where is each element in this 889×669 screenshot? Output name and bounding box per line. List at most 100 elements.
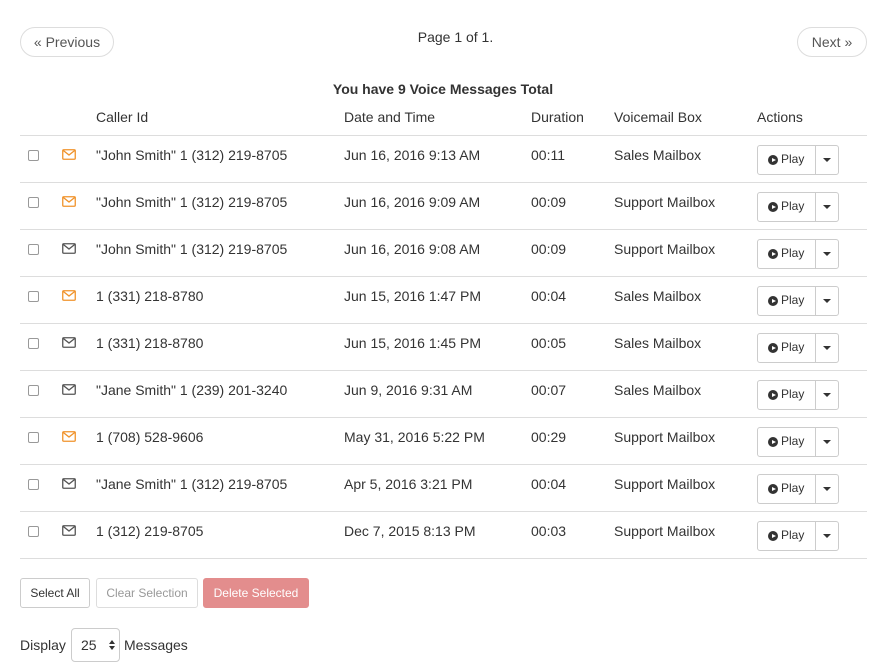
duration: 00:09	[531, 194, 567, 210]
row-checkbox[interactable]	[28, 385, 39, 396]
play-label: Play	[781, 340, 805, 354]
play-label: Play	[781, 199, 805, 213]
row-checkbox[interactable]	[28, 479, 39, 490]
play-button[interactable]: Play	[758, 522, 816, 550]
play-button-group: Play	[757, 521, 839, 551]
caret-down-icon	[823, 346, 831, 350]
select-arrows-icon	[109, 640, 115, 650]
play-button-group: Play	[757, 286, 839, 316]
date-time: Jun 16, 2016 9:08 AM	[344, 241, 481, 257]
row-checkbox[interactable]	[28, 150, 39, 161]
play-button-group: Play	[757, 380, 839, 410]
column-header-date-time: Date and Time	[344, 109, 436, 125]
caller-id: "John Smith" 1 (312) 219-8705	[96, 194, 288, 210]
voicemail-box: Sales Mailbox	[614, 335, 702, 351]
duration: 00:07	[531, 382, 567, 398]
row-checkbox[interactable]	[28, 338, 39, 349]
message-row: "Jane Smith" 1 (239) 201-3240 Jun 9, 2016…	[20, 371, 867, 418]
envelope-icon	[62, 243, 76, 254]
caller-id: 1 (331) 218-8780	[96, 335, 204, 351]
play-label: Play	[781, 481, 805, 495]
date-time: Jun 15, 2016 1:47 PM	[344, 288, 481, 304]
play-button-group: Play	[757, 239, 839, 269]
message-row: "John Smith" 1 (312) 219-8705 Jun 16, 201…	[20, 183, 867, 230]
play-button[interactable]: Play	[758, 146, 816, 174]
actions-dropdown-toggle[interactable]	[816, 381, 838, 409]
voicemail-box: Support Mailbox	[614, 476, 716, 492]
envelope-icon	[62, 384, 76, 395]
play-label: Play	[781, 434, 805, 448]
messages-label: Messages	[124, 637, 188, 653]
play-circle-icon	[768, 249, 778, 259]
play-button[interactable]: Play	[758, 287, 816, 315]
page-indicator: Page 1 of 1.	[417, 29, 494, 45]
play-label: Play	[781, 293, 805, 307]
play-button[interactable]: Play	[758, 381, 816, 409]
envelope-icon	[62, 478, 76, 489]
voicemail-box: Support Mailbox	[614, 429, 716, 445]
play-button-group: Play	[757, 145, 839, 175]
play-circle-icon	[768, 484, 778, 494]
unread-envelope-icon	[62, 290, 76, 301]
actions-dropdown-toggle[interactable]	[816, 240, 838, 268]
caller-id: "John Smith" 1 (312) 219-8705	[96, 241, 288, 257]
row-checkbox[interactable]	[28, 432, 39, 443]
row-checkbox[interactable]	[28, 197, 39, 208]
voicemail-box: Sales Mailbox	[614, 288, 702, 304]
duration: 00:05	[531, 335, 567, 351]
unread-envelope-icon	[62, 196, 76, 207]
voicemail-box: Sales Mailbox	[614, 382, 702, 398]
actions-dropdown-toggle[interactable]	[816, 193, 838, 221]
delete-selected-button[interactable]: Delete Selected	[203, 578, 309, 608]
play-circle-icon	[768, 202, 778, 212]
message-row: "John Smith" 1 (312) 219-8705 Jun 16, 201…	[20, 136, 867, 183]
play-button[interactable]: Play	[758, 428, 816, 456]
caller-id: "John Smith" 1 (312) 219-8705	[96, 147, 288, 163]
row-checkbox[interactable]	[28, 526, 39, 537]
caret-down-icon	[823, 299, 831, 303]
caret-down-icon	[823, 440, 831, 444]
clear-selection-button[interactable]: Clear Selection	[96, 578, 198, 608]
caller-id: 1 (708) 528-9606	[96, 429, 204, 445]
message-row: "John Smith" 1 (312) 219-8705 Jun 16, 201…	[20, 230, 867, 277]
unread-envelope-icon	[62, 149, 76, 160]
play-button-group: Play	[757, 192, 839, 222]
play-button[interactable]: Play	[758, 475, 816, 503]
caret-down-icon	[823, 487, 831, 491]
select-all-button[interactable]: Select All	[20, 578, 90, 608]
envelope-icon	[62, 525, 76, 536]
actions-dropdown-toggle[interactable]	[816, 146, 838, 174]
play-button-group: Play	[757, 427, 839, 457]
message-count-summary: You have 9 Voice Messages Total	[332, 81, 554, 97]
page-size-select[interactable]: 25	[71, 628, 120, 662]
play-circle-icon	[768, 390, 778, 400]
duration: 00:04	[531, 288, 567, 304]
display-label: Display	[20, 637, 66, 653]
actions-dropdown-toggle[interactable]	[816, 428, 838, 456]
play-label: Play	[781, 246, 805, 260]
unread-envelope-icon	[62, 431, 76, 442]
row-checkbox[interactable]	[28, 291, 39, 302]
actions-dropdown-toggle[interactable]	[816, 475, 838, 503]
play-button[interactable]: Play	[758, 193, 816, 221]
play-button[interactable]: Play	[758, 334, 816, 362]
column-header-duration: Duration	[531, 109, 584, 125]
duration: 00:11	[531, 147, 565, 163]
next-page-button[interactable]: Next »	[797, 27, 867, 57]
caret-down-icon	[823, 205, 831, 209]
caret-down-icon	[823, 252, 831, 256]
duration: 00:09	[531, 241, 567, 257]
actions-dropdown-toggle[interactable]	[816, 334, 838, 362]
voicemail-box: Support Mailbox	[614, 241, 716, 257]
actions-dropdown-toggle[interactable]	[816, 287, 838, 315]
duration: 00:29	[531, 429, 567, 445]
column-header-actions: Actions	[757, 109, 803, 125]
row-checkbox[interactable]	[28, 244, 39, 255]
caller-id: "Jane Smith" 1 (239) 201-3240	[96, 382, 288, 398]
caret-down-icon	[823, 158, 831, 162]
date-time: May 31, 2016 5:22 PM	[344, 429, 485, 445]
play-button[interactable]: Play	[758, 240, 816, 268]
play-circle-icon	[768, 343, 778, 353]
actions-dropdown-toggle[interactable]	[816, 522, 838, 550]
voicemail-box: Support Mailbox	[614, 523, 716, 539]
